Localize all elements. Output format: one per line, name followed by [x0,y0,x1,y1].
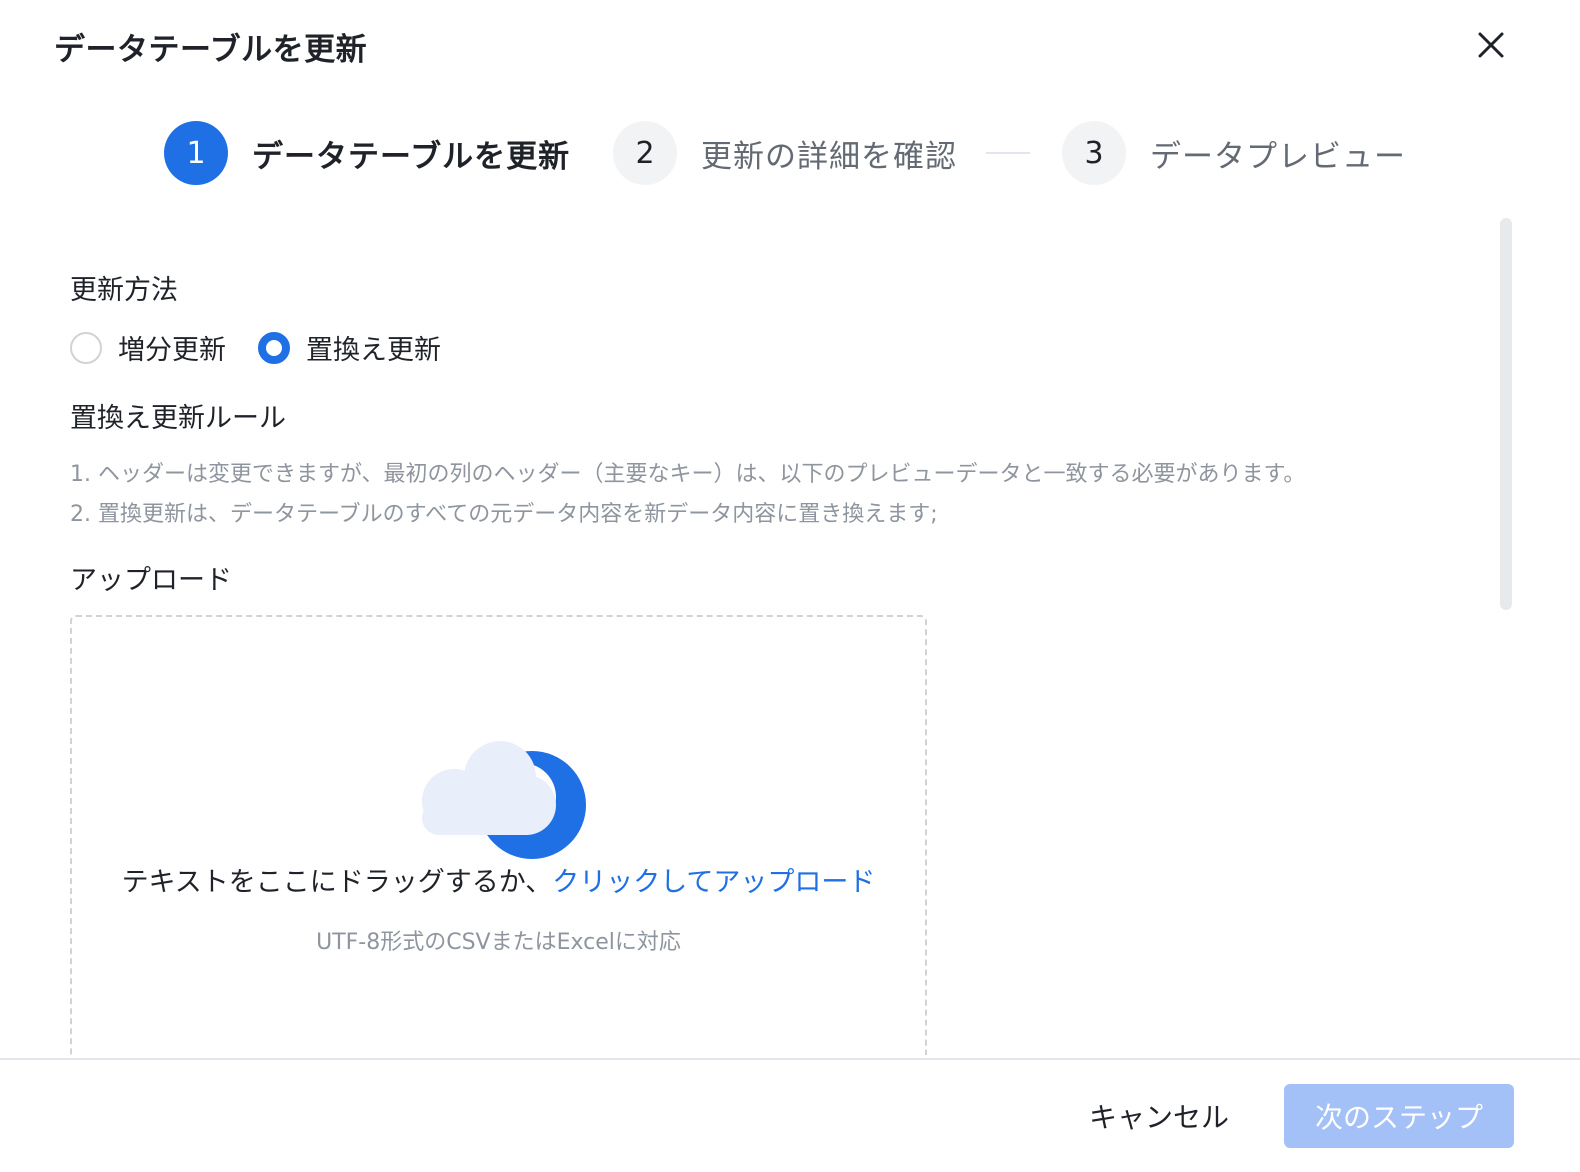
step-1-number: 1 [164,121,228,185]
next-step-button[interactable]: 次のステップ [1284,1084,1514,1148]
radio-label: 増分更新 [118,335,226,366]
step-2-number: 2 [613,121,677,185]
dialog-title: データテーブルを更新 [54,32,368,68]
radio-checked-icon [258,331,290,364]
update-method-radio-group: 増分更新 置換え更新 [70,328,473,367]
step-3-number: 3 [1062,121,1126,185]
step-1-label: データテーブルを更新 [252,138,571,175]
click-upload-link[interactable]: クリックしてアップロード [552,867,875,898]
step-1: 1 データテーブルを更新 [164,120,570,186]
step-3-label: データプレビュー [1150,138,1406,175]
radio-unchecked-icon [70,331,102,364]
upload-label: アップロード [70,565,232,596]
update-method-label: 更新方法 [70,275,178,306]
step-2-label: 更新の詳細を確認 [701,138,957,175]
step-2: 2 更新の詳細を確認 [613,120,957,186]
cloud-upload-icon [422,741,586,859]
drag-text: テキストをここにドラッグするか、 [121,867,553,898]
dialog-footer: キャンセル 次のステップ [0,1058,1580,1172]
stepper: 1 データテーブルを更新 2 更新の詳細を確認 3 データプレビュー [0,120,1580,186]
drag-instruction: テキストをここにドラッグするか、クリックしてアップロード [70,860,927,899]
cancel-button[interactable]: キャンセル [1070,1084,1248,1148]
radio-incremental-update[interactable]: 増分更新 [70,328,226,367]
rule-item-2: 2. 置換更新は、データテーブルのすべての元データ内容を新データ内容に置き換えま… [70,502,938,527]
step-3: 3 データプレビュー [1062,120,1406,186]
scrollbar-thumb[interactable] [1500,218,1512,610]
rule-item-1: 1. ヘッダーは変更できますが、最初の列のヘッダー（主要なキー）は、以下のプレビ… [70,462,1306,487]
radio-replace-update[interactable]: 置換え更新 [258,328,441,367]
radio-label: 置換え更新 [306,335,441,366]
step-connector [986,152,1030,154]
supported-formats-text: UTF-8形式のCSVまたはExcelに対応 [316,930,681,955]
update-datatable-dialog: データテーブルを更新 1 データテーブルを更新 2 更新の詳細を確認 3 データ… [0,0,1580,1172]
replace-rules-label: 置換え更新ルール [70,403,286,434]
close-button[interactable] [1470,24,1514,68]
close-icon [1478,32,1504,58]
